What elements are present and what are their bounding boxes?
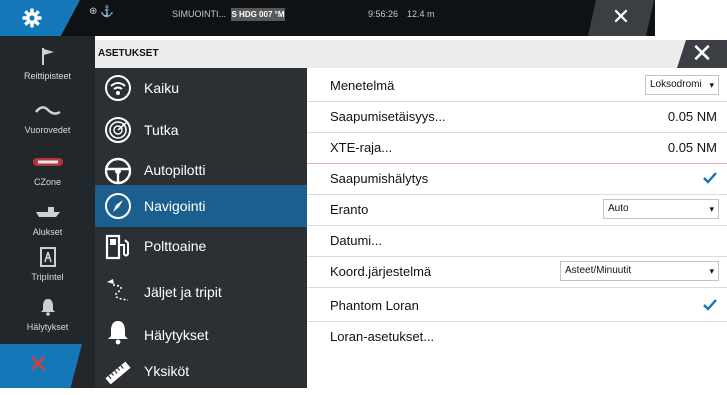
sonar-icon xyxy=(105,75,131,101)
menu-item-label: Hälytykset xyxy=(144,327,209,343)
distance-readout: 12.4 m xyxy=(407,9,435,19)
heading-badge: S HDG 007 °M xyxy=(231,8,285,21)
menu-item-jaljet[interactable]: Jäljet ja tripit xyxy=(95,269,307,311)
rail-label: Hälytykset xyxy=(26,322,69,332)
menu-item-tutka[interactable]: Tutka xyxy=(95,104,307,146)
bell-icon xyxy=(108,321,128,345)
dropdown-arrow-icon: ▾ xyxy=(709,266,714,276)
setting-value: 0.05 NM xyxy=(667,109,717,124)
menu-item-label: Kaiku xyxy=(144,80,180,96)
setting-label: Phantom Loran xyxy=(330,298,419,313)
trail-icon xyxy=(107,279,129,301)
setting-loran-settings[interactable]: Loran-asetukset... xyxy=(307,321,727,352)
setting-label: Saapumisetäisyys... xyxy=(330,109,446,124)
alarm-bell-icon xyxy=(0,296,95,318)
rail-item-tripintel[interactable]: TripIntel xyxy=(0,241,95,295)
dropdown-value: Loksodromi xyxy=(650,79,702,90)
phantom-loran-checkbox[interactable] xyxy=(703,298,717,312)
rail-close-button[interactable]: ✕ xyxy=(0,344,82,388)
fuel-pump-icon xyxy=(105,234,129,260)
close-x-icon: ✕ xyxy=(28,350,49,378)
rail-label: Vuorovedet xyxy=(24,125,71,135)
menu-item-navigointi[interactable]: Navigointi xyxy=(95,185,307,227)
menu-item-label: Navigointi xyxy=(144,198,206,214)
setting-variation[interactable]: Eranto Auto ▾ xyxy=(307,194,727,226)
panel-header: ASETUKSET xyxy=(95,40,727,68)
anchor-icon: ⚓ xyxy=(100,6,114,18)
setting-phantom-loran[interactable]: Phantom Loran xyxy=(307,290,727,322)
menu-item-label: Polttoaine xyxy=(144,238,207,254)
navigation-settings: Menetelmä Loksodromi ▾ Saapumisetäisyys.… xyxy=(307,68,727,388)
setting-datum[interactable]: Datumi... xyxy=(307,225,727,257)
setting-label: Saapumishälytys xyxy=(330,171,429,186)
dropdown-arrow-icon: ▾ xyxy=(709,80,714,90)
ruler-icon xyxy=(105,361,131,385)
menu-item-yksikot[interactable]: Yksiköt xyxy=(95,353,307,395)
setting-value: 0.05 NM xyxy=(667,140,717,155)
method-dropdown[interactable]: Loksodromi ▾ xyxy=(645,75,719,95)
close-icon: ✕ xyxy=(611,5,631,30)
menu-item-polttoaine[interactable]: Polttoaine xyxy=(95,227,307,269)
gear-icon xyxy=(22,8,42,28)
flag-icon xyxy=(0,45,95,67)
dropdown-value: Auto xyxy=(608,203,629,214)
variation-dropdown[interactable]: Auto ▾ xyxy=(603,199,719,219)
rail-item-tides[interactable]: Vuorovedet xyxy=(0,94,95,148)
rail-label: CZone xyxy=(33,177,61,187)
rail-item-alarms[interactable]: Hälytykset xyxy=(0,291,95,345)
rail-label: TripIntel xyxy=(31,272,64,282)
setting-xte-limit[interactable]: XTE-raja... 0.05 NM xyxy=(307,132,727,164)
czone-icon xyxy=(0,151,95,173)
setting-label: Eranto xyxy=(330,202,369,217)
setting-method[interactable]: Menetelmä Loksodromi ▾ xyxy=(307,70,727,102)
setting-label: Koord.järjestelmä xyxy=(330,264,432,279)
menu-item-autopilotti[interactable]: Autopilotti xyxy=(95,146,307,188)
tide-wave-icon xyxy=(0,99,95,121)
menu-item-label: Yksiköt xyxy=(144,363,190,379)
setting-arrival-radius[interactable]: Saapumisetäisyys... 0.05 NM xyxy=(307,101,727,133)
left-rail: Reittipisteet Vuorovedet CZone Alukset T… xyxy=(0,36,95,388)
rail-label: Reittipisteet xyxy=(23,71,72,81)
setting-label: Loran-asetukset... xyxy=(330,329,435,344)
page-title: ASETUKSET xyxy=(98,48,159,59)
arrival-alarm-checkbox[interactable] xyxy=(703,171,717,185)
setting-label: XTE-raja... xyxy=(330,140,393,155)
menu-item-label: Jäljet ja tripit xyxy=(144,284,222,300)
setting-label: Menetelmä xyxy=(330,78,395,93)
clock-time: 9:56:26 xyxy=(368,9,399,19)
settings-category-menu: Kaiku Tutka Autopilotti Navigointi Poltt… xyxy=(95,68,307,388)
vessel-icon xyxy=(0,201,95,223)
rail-label: Alukset xyxy=(32,227,63,237)
radar-icon xyxy=(105,117,131,143)
setting-arrival-alarm[interactable]: Saapumishälytys xyxy=(307,163,727,195)
setting-label: Datumi... xyxy=(330,233,383,248)
status-text: SIMUOINTI... xyxy=(172,9,226,19)
steering-wheel-icon xyxy=(104,157,132,185)
dropdown-value: Asteet/Minuutit xyxy=(565,265,632,276)
status-bar: ⊕ ⚓ SIMUOINTI... S HDG 007 °M 9:56:26 12… xyxy=(0,0,655,36)
rail-item-waypoints[interactable]: Reittipisteet xyxy=(0,40,95,94)
compass-icon xyxy=(105,193,131,219)
setting-coord-system[interactable]: Koord.järjestelmä Asteet/Minuutit ▾ xyxy=(307,256,727,288)
coord-system-dropdown[interactable]: Asteet/Minuutit ▾ xyxy=(560,261,719,281)
menu-item-label: Tutka xyxy=(144,122,179,138)
menu-item-halytykset[interactable]: Hälytykset xyxy=(95,311,307,353)
rail-item-czone[interactable]: CZone xyxy=(0,146,95,200)
tripintel-icon xyxy=(0,246,95,268)
gps-icon: ⊕ xyxy=(89,6,98,17)
close-button[interactable]: ✕ xyxy=(588,0,654,36)
menu-item-label: Autopilotti xyxy=(144,162,206,178)
dropdown-arrow-icon: ▾ xyxy=(709,204,714,214)
